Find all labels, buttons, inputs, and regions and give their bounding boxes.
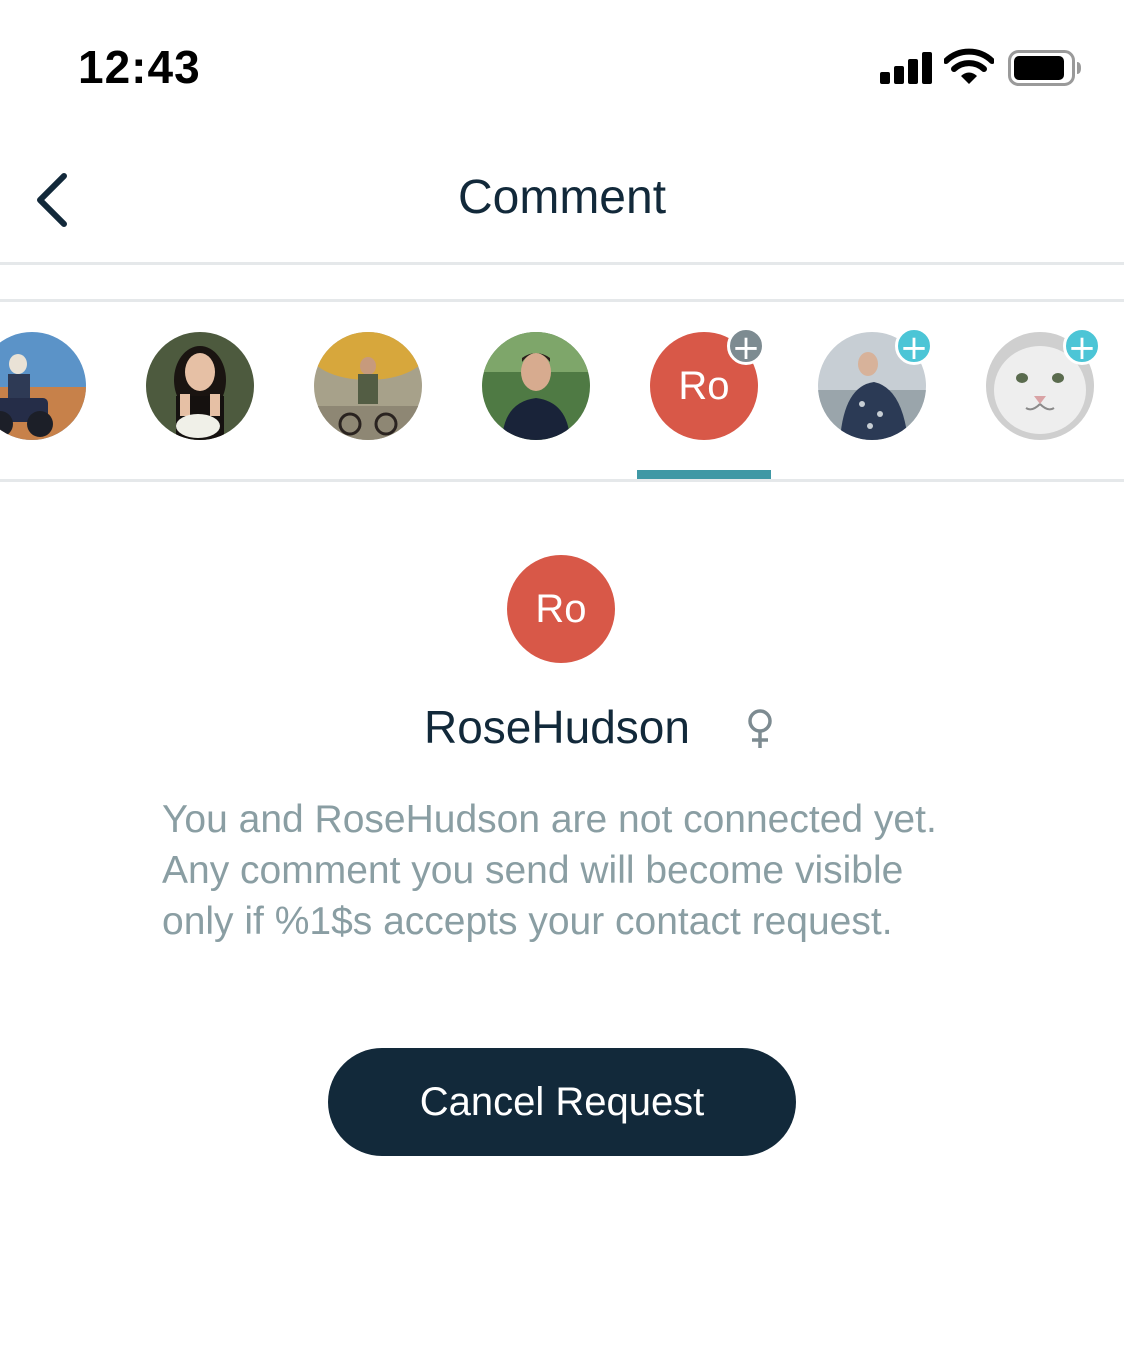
contact-avatar[interactable]	[146, 332, 254, 440]
status-time: 12:43	[78, 41, 201, 93]
page-title: Comment	[457, 171, 667, 224]
cellular-signal-icon	[880, 52, 934, 84]
battery-icon	[1008, 50, 1081, 86]
profile-name: RoseHudson	[424, 701, 690, 753]
contact-photo	[0, 332, 86, 440]
contact-avatar[interactable]	[0, 332, 86, 440]
contact-avatar[interactable]	[314, 332, 422, 440]
contact-photo	[314, 332, 422, 440]
selected-tab-indicator	[637, 470, 771, 479]
cancel-request-button[interactable]: Cancel Request	[328, 1048, 796, 1156]
female-icon	[748, 709, 772, 748]
profile-avatar: Ro	[507, 555, 615, 663]
contact-avatar-strip[interactable]: Ro + + +	[0, 302, 1124, 479]
connection-notice: You and RoseHudson are not connected yet…	[162, 798, 937, 943]
header-divider	[0, 262, 1124, 265]
wifi-icon	[944, 48, 994, 84]
strip-bottom-divider	[0, 479, 1124, 482]
add-contact-badge[interactable]: +	[1063, 327, 1101, 366]
add-contact-badge[interactable]: +	[727, 327, 765, 366]
add-contact-badge[interactable]: +	[895, 327, 933, 366]
contact-photo	[482, 332, 590, 440]
contact-avatar[interactable]	[482, 332, 590, 440]
contact-photo	[146, 332, 254, 440]
